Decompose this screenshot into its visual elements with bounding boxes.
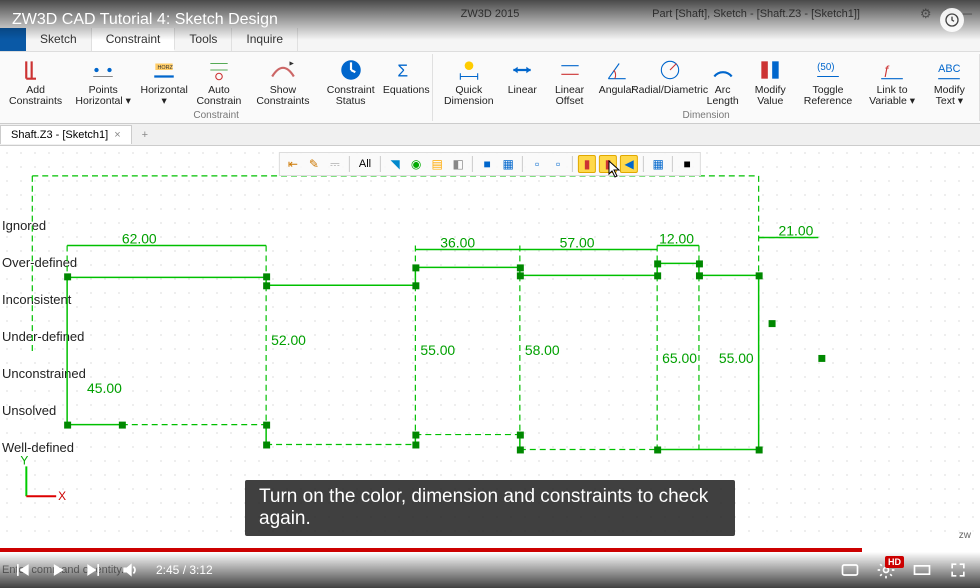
dim-45: 45.00 — [87, 380, 122, 396]
video-title: ZW3D CAD Tutorial 4: Sketch Design — [12, 11, 278, 29]
close-tab-icon[interactable]: × — [114, 129, 120, 141]
toggle-reference-button[interactable]: (50)Toggle Reference — [796, 54, 861, 109]
tb-dot1-icon[interactable]: ▫ — [528, 155, 546, 173]
tb-color-toggle-icon[interactable]: ▮ — [578, 155, 596, 173]
captions-button[interactable] — [840, 560, 860, 580]
dim-21: 21.00 — [779, 223, 814, 239]
video-time: 2:45 / 3:12 — [156, 563, 213, 577]
sketch-view-toolbar: ⇤ ✎ ⎓ All ◥ ◉ ▤ ◧ ■ ▦ ▫ ▫ ▮ ▮ ◀ ▦ ■ — [279, 152, 701, 176]
svg-text:X: X — [58, 489, 66, 503]
linear-offset-button[interactable]: Linear Offset — [544, 54, 595, 109]
document-tab-label: Shaft.Z3 - [Sketch1] — [11, 129, 108, 141]
tb-stack-icon[interactable]: ▤ — [428, 155, 446, 173]
tb-all-label[interactable]: All — [355, 155, 375, 173]
group-label-constraint: Constraint — [193, 109, 239, 122]
modify-value-button[interactable]: Modify Value — [745, 54, 796, 109]
svg-text:Y: Y — [20, 453, 28, 467]
auto-constrain-button[interactable]: Auto Constrain — [189, 54, 249, 109]
tb-dashsq-icon[interactable]: ▦ — [499, 155, 517, 173]
angular-button[interactable]: Angular — [595, 54, 639, 109]
tb-constraint-toggle-icon[interactable]: ◀ — [620, 155, 638, 173]
dim-65: 65.00 — [662, 350, 697, 366]
dim-58: 58.00 — [525, 342, 560, 358]
equations-button[interactable]: ΣEquations — [384, 54, 428, 109]
dim-52: 52.00 — [271, 332, 306, 348]
svg-text:(50): (50) — [817, 62, 834, 73]
dim-62: 62.00 — [122, 231, 157, 247]
quick-dimension-button[interactable]: Quick Dimension — [437, 54, 500, 109]
dim-36: 36.00 — [440, 234, 475, 250]
video-caption: Turn on the color, dimension and constra… — [245, 480, 735, 536]
dim-57: 57.00 — [560, 234, 595, 250]
ribbon-group-constraint: Add Constraints Points Horizontal ▾ HORZ… — [0, 54, 433, 121]
theater-button[interactable] — [912, 560, 932, 580]
dim-12: 12.00 — [659, 231, 694, 247]
volume-icon[interactable] — [120, 560, 140, 580]
hd-badge: HD — [885, 556, 904, 568]
svg-text:ƒ: ƒ — [883, 62, 890, 77]
tb-exit-icon[interactable]: ⇤ — [284, 155, 302, 173]
points-horizontal-button[interactable]: Points Horizontal ▾ — [67, 54, 139, 109]
tb-cube-icon[interactable]: ◧ — [449, 155, 467, 173]
watermark-logo: zw — [956, 529, 974, 542]
dim-55: 55.00 — [420, 342, 455, 358]
svg-text:ABC: ABC — [939, 63, 961, 75]
tb-filter-icon[interactable]: ◥ — [386, 155, 404, 173]
link-to-variable-button[interactable]: ƒLink to Variable ▾ — [860, 54, 923, 109]
tb-grid-icon[interactable]: ▦ — [649, 155, 667, 173]
arc-length-button[interactable]: Arc Length — [700, 54, 745, 109]
watch-later-icon[interactable] — [940, 8, 964, 32]
svg-text:Σ: Σ — [398, 61, 409, 81]
ribbon-group-dimension: Quick Dimension Linear Linear Offset Ang… — [433, 54, 980, 121]
tb-black-icon[interactable]: ■ — [678, 155, 696, 173]
tb-dot2-icon[interactable]: ▫ — [549, 155, 567, 173]
horizontal-button[interactable]: HORZHorizontal ▾ — [139, 54, 189, 109]
mouse-cursor-icon — [608, 160, 622, 178]
radial-diametric-button[interactable]: Radial/Diametric — [639, 54, 701, 109]
add-constraints-button[interactable]: Add Constraints — [4, 54, 67, 109]
settings-button[interactable]: HD — [876, 560, 896, 580]
ribbon: Add Constraints Points Horizontal ▾ HORZ… — [0, 52, 980, 124]
dim-55b: 55.00 — [719, 350, 754, 366]
video-title-bar: ZW3D CAD Tutorial 4: Sketch Design — [0, 0, 980, 40]
add-tab-button[interactable]: + — [132, 126, 158, 144]
document-tabs: Shaft.Z3 - [Sketch1] × + — [0, 124, 980, 146]
tb-square1-icon[interactable]: ■ — [478, 155, 496, 173]
constraint-status-button[interactable]: Constraint Status — [317, 54, 384, 109]
tb-pencil-icon[interactable]: ✎ — [305, 155, 323, 173]
svg-text:HORZ: HORZ — [158, 65, 174, 71]
tb-sphere-icon[interactable]: ◉ — [407, 155, 425, 173]
modify-text-button[interactable]: ABCModify Text ▾ — [924, 54, 975, 109]
show-constraints-button[interactable]: Show Constraints — [249, 54, 317, 109]
linear-button[interactable]: Linear — [500, 54, 544, 109]
fullscreen-button[interactable] — [948, 560, 968, 580]
video-controls: 2:45 / 3:12 HD — [0, 552, 980, 588]
document-tab[interactable]: Shaft.Z3 - [Sketch1] × — [0, 125, 132, 144]
next-button[interactable] — [84, 560, 104, 580]
prev-button[interactable] — [12, 560, 32, 580]
play-button[interactable] — [48, 560, 68, 580]
tb-clamp-icon[interactable]: ⎓ — [326, 155, 344, 173]
group-label-dimension: Dimension — [683, 109, 730, 122]
